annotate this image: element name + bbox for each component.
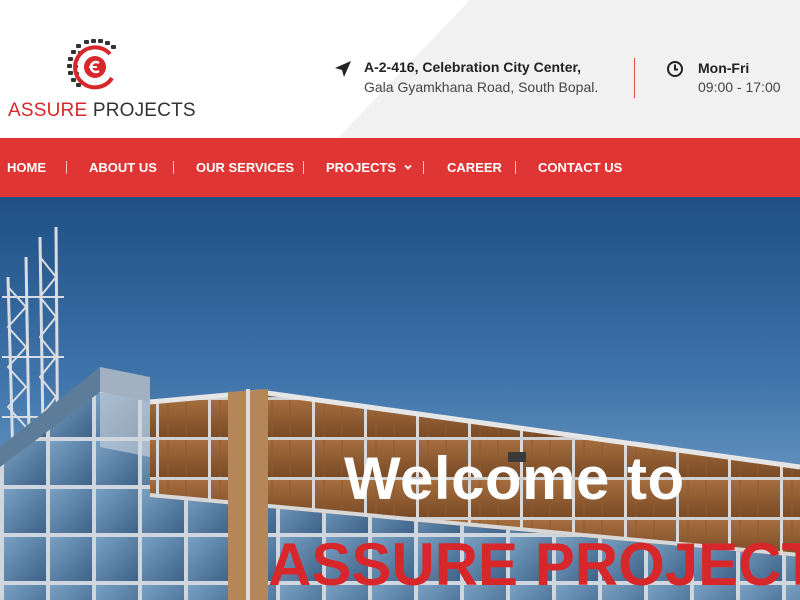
nav-separator [515,161,516,174]
clock-icon [667,61,683,77]
hero-title-welcome: Welcome to [344,445,685,512]
nav-separator [66,161,67,174]
nav-separator [423,161,424,174]
nav-separator [303,161,304,174]
main-navigation: HOME ABOUT US OUR SERVICES PROJECTS CARE… [0,138,800,197]
site-header: ASSURE PROJECTS A-2-416, Celebration Cit… [0,0,800,138]
site-logo[interactable]: ASSURE PROJECTS [6,38,196,128]
office-time: 09:00 - 17:00 [698,79,781,95]
nav-item-projects-label: PROJECTS [326,160,397,175]
hero-banner: Welcome to ASSURE PROJECTS [0,197,800,600]
nav-item-our-services[interactable]: OUR SERVICES [196,138,294,197]
address-block: A-2-416, Celebration City Center, Gala G… [334,58,624,102]
nav-item-about-us[interactable]: ABOUT US [89,138,157,197]
logo-wordmark: ASSURE PROJECTS [8,100,196,122]
header-divider [634,58,635,98]
hero-title-brand: ASSURE PROJECTS [268,531,800,598]
logo-word-projects: PROJECTS [92,100,196,121]
assure-projects-logo-mark [67,39,116,90]
logo-word-assure: ASSURE [8,100,88,121]
nav-item-contact-us[interactable]: CONTACT US [538,138,622,197]
location-arrow-icon [335,61,351,77]
office-days: Mon-Fri [698,60,750,76]
address-line-2: Gala Gyamkhana Road, South Bopal. [364,79,599,95]
nav-item-projects[interactable]: PROJECTS [326,138,412,197]
nav-item-home[interactable]: HOME [7,138,46,197]
nav-separator [173,161,174,174]
chevron-down-icon [404,164,412,170]
address-line-1: A-2-416, Celebration City Center, [364,59,582,75]
nav-item-career[interactable]: CAREER [447,138,502,197]
office-hours-block: Mon-Fri 09:00 - 17:00 [666,58,796,102]
